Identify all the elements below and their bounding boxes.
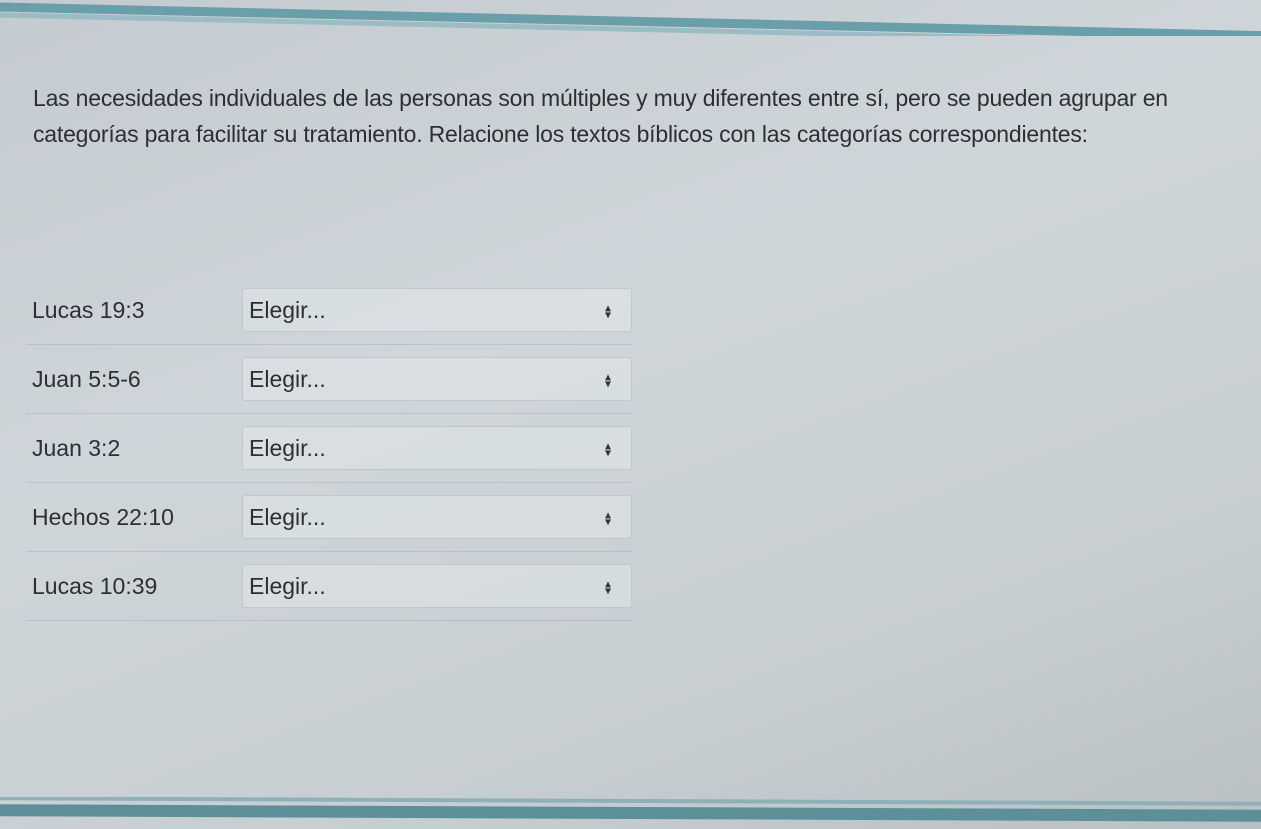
- sort-arrows-icon: ▴ ▾: [604, 369, 611, 391]
- category-select[interactable]: Elegir... ▴ ▾: [242, 288, 632, 332]
- select-value: Elegir...: [249, 296, 326, 323]
- match-row: Lucas 19:3 Elegir... ▴ ▾: [26, 276, 632, 345]
- match-table: Lucas 19:3 Elegir... ▴ ▾ Juan 5:5-6 Elegi…: [26, 276, 632, 621]
- select-value: Elegir...: [249, 434, 326, 461]
- sort-arrows-icon: ▴ ▾: [604, 576, 611, 598]
- sort-arrows-icon: ▴ ▾: [604, 300, 611, 322]
- sort-arrows-icon: ▴ ▾: [604, 438, 611, 460]
- match-row: Hechos 22:10 Elegir... ▴ ▾: [26, 482, 632, 552]
- sort-arrows-icon: ▴ ▾: [604, 507, 611, 529]
- match-row: Juan 5:5-6 Elegir... ▴ ▾: [26, 344, 632, 414]
- bottom-border-band: [0, 804, 1261, 822]
- select-value: Elegir...: [249, 365, 326, 392]
- match-reference: Lucas 19:3: [26, 276, 242, 345]
- select-value: Elegir...: [249, 572, 326, 599]
- match-reference: Hechos 22:10: [26, 482, 242, 552]
- match-reference: Lucas 10:39: [26, 551, 242, 621]
- category-select[interactable]: Elegir... ▴ ▾: [242, 495, 632, 539]
- category-select[interactable]: Elegir... ▴ ▾: [242, 357, 632, 401]
- question-text: Las necesidades individuales de las pers…: [33, 85, 1168, 147]
- match-reference: Juan 5:5-6: [26, 344, 242, 414]
- select-value: Elegir...: [249, 503, 326, 530]
- match-row: Lucas 10:39 Elegir... ▴ ▾: [26, 551, 632, 621]
- bottom-border: [0, 797, 1261, 829]
- match-row: Juan 3:2 Elegir... ▴ ▾: [26, 413, 632, 483]
- category-select[interactable]: Elegir... ▴ ▾: [242, 564, 632, 608]
- category-select[interactable]: Elegir... ▴ ▾: [242, 426, 632, 470]
- match-reference: Juan 3:2: [26, 413, 242, 483]
- top-border: [0, 0, 1261, 36]
